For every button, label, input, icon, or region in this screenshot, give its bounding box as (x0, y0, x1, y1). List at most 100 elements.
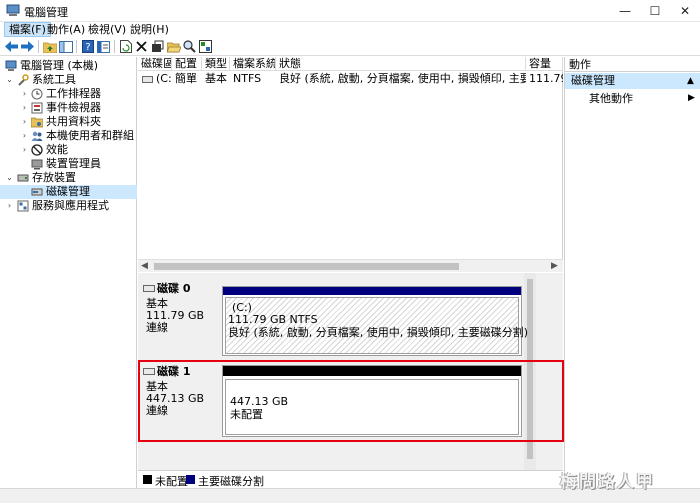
tree-item-shared-folders[interactable]: › 共用資料夾 (0, 115, 137, 129)
event-log-icon (31, 102, 43, 114)
table-row[interactable]: (C:) 簡單 基本 NTFS 良好 (系統, 啟動, 分頁檔案, 使用中, 損… (138, 72, 563, 86)
tree-label: 裝置管理員 (46, 157, 101, 170)
check-disk-button[interactable] (150, 39, 165, 54)
tree-item-storage[interactable]: ⌄ 存放裝置 (0, 171, 137, 185)
menu-bar: 檔案(F) 動作(A) 檢視(V) 說明(H) (0, 22, 700, 37)
tree-label: 共用資料夾 (46, 115, 101, 128)
help-button[interactable]: ? (80, 39, 95, 54)
menu-action[interactable]: 動作(A) (43, 22, 89, 37)
disk-properties-icon (199, 40, 212, 53)
disk-management-icon (31, 188, 43, 196)
more-actions-label: 其他動作 (589, 92, 633, 105)
column-header-volume[interactable]: 磁碟區 (138, 57, 172, 71)
tree-label: 本機使用者和群組 (46, 129, 134, 142)
up-folder-button[interactable] (42, 39, 57, 54)
properties-button[interactable] (96, 39, 111, 54)
section-label: 磁碟管理 (571, 74, 615, 87)
expand-chevron-icon[interactable]: › (20, 115, 29, 129)
delete-button[interactable] (134, 39, 149, 54)
menu-view[interactable]: 檢視(V) (84, 22, 130, 37)
forward-button[interactable] (20, 39, 35, 54)
tree-item-root[interactable]: 電腦管理 (本機) (0, 59, 137, 73)
shared-folder-icon (31, 117, 43, 128)
minimize-button[interactable]: — (610, 0, 640, 22)
tree-item-event-viewer[interactable]: › 事件檢視器 (0, 101, 137, 115)
users-icon (31, 131, 43, 141)
services-icon (17, 200, 29, 212)
column-header-layout[interactable]: 配置 (172, 57, 202, 71)
device-manager-icon (31, 159, 43, 170)
title-bar: 電腦管理 — ☐ ✕ (0, 0, 700, 22)
search-button[interactable] (182, 39, 197, 54)
tree-label: 存放裝置 (32, 171, 76, 184)
disk-0-info[interactable]: 磁碟 0 基本 111.79 GB 連線 (141, 282, 219, 356)
tree-label: 服務與應用程式 (32, 199, 109, 212)
document-refresh-icon (119, 40, 132, 53)
column-header-type[interactable]: 類型 (202, 57, 230, 71)
refresh-button[interactable] (118, 39, 133, 54)
collapse-chevron-icon[interactable]: ⌄ (5, 171, 14, 185)
expand-chevron-icon[interactable]: › (20, 87, 29, 101)
partition-status: 良好 (系統, 啟動, 分頁檔案, 使用中, 損毀傾印, 主要磁碟分割) (228, 326, 529, 339)
column-header-status[interactable]: 狀態 (276, 57, 526, 71)
tree-item-disk-management[interactable]: 磁碟管理 (0, 185, 137, 199)
forward-arrow-icon (21, 41, 34, 52)
column-header-filesystem[interactable]: 檔案系統 (230, 57, 276, 71)
open-folder-icon (166, 42, 181, 52)
cell-layout: 簡單 (175, 72, 197, 85)
expand-chevron-icon[interactable]: › (20, 143, 29, 157)
actions-more[interactable]: 其他動作 ▶ (565, 91, 700, 106)
scrollbar-thumb[interactable] (154, 263, 459, 270)
tree-item-device-manager[interactable]: 裝置管理員 (0, 157, 137, 171)
collapse-up-icon[interactable]: ▲ (687, 73, 694, 89)
expand-chevron-icon[interactable]: › (20, 129, 29, 143)
maximize-button[interactable]: ☐ (640, 0, 670, 22)
tree-item-performance[interactable]: › 效能 (0, 143, 137, 157)
expand-chevron-icon[interactable]: › (20, 101, 29, 115)
back-button[interactable] (4, 39, 19, 54)
cell-capacity: 111.79 (529, 72, 563, 85)
legend-label-primary: 主要磁碟分割 (198, 475, 264, 488)
collapse-chevron-icon[interactable]: ⌄ (5, 73, 14, 87)
horizontal-scrollbar[interactable]: ◀ ▶ (138, 259, 563, 272)
delete-x-icon (136, 41, 147, 52)
back-arrow-icon (5, 41, 18, 52)
computer-management-icon (5, 60, 17, 71)
tree-label: 磁碟管理 (46, 185, 90, 198)
tree-item-system-tools[interactable]: ⌄ 系統工具 (0, 73, 137, 87)
scroll-left-arrow-icon[interactable]: ◀ (141, 260, 148, 272)
disk-properties-button[interactable] (198, 39, 213, 54)
cell-status: 良好 (系統, 啟動, 分頁檔案, 使用中, 損毀傾印, 主要磁碟分割) (279, 72, 526, 85)
scroll-right-arrow-icon[interactable]: ▶ (551, 260, 558, 272)
watermark: 梅問路人甲 (560, 472, 655, 492)
column-header-capacity[interactable]: 容量 (526, 57, 563, 71)
tree-label: 事件檢視器 (46, 101, 101, 114)
volume-drive-icon (142, 76, 153, 83)
partition-c[interactable]: (C:) 111.79 GB NTFS 良好 (系統, 啟動, 分頁檔案, 使用… (225, 297, 528, 354)
tree-item-task-scheduler[interactable]: › 工作排程器 (0, 87, 137, 101)
actions-pane: 動作 磁碟管理 ▲ 其他動作 ▶ (564, 57, 700, 488)
submenu-arrow-icon: ▶ (688, 93, 695, 103)
properties-icon (97, 40, 110, 53)
expand-chevron-icon[interactable]: › (5, 199, 14, 213)
disk-0-partitions: (C:) 111.79 GB NTFS 良好 (系統, 啟動, 分頁檔案, 使用… (222, 286, 528, 356)
volume-list: 磁碟區 配置 類型 檔案系統 狀態 容量 (C:) 簡單 基本 NTFS 良好 … (138, 57, 563, 263)
disk-name: 磁碟 0 (157, 282, 191, 295)
open-folder-button[interactable] (166, 39, 181, 54)
storage-icon (17, 174, 29, 182)
disk-icon (143, 285, 155, 292)
clock-icon (31, 88, 43, 100)
tree-item-local-users[interactable]: › 本機使用者和群組 (0, 129, 137, 143)
close-button[interactable]: ✕ (670, 0, 700, 22)
show-hide-tree-button[interactable] (58, 39, 73, 54)
cell-filesystem: NTFS (233, 72, 262, 85)
tree-item-services-apps[interactable]: › 服務與應用程式 (0, 199, 137, 213)
menu-help[interactable]: 說明(H) (126, 22, 173, 37)
tree-label: 工作排程器 (46, 87, 101, 100)
actions-section-disk-management[interactable]: 磁碟管理 ▲ (565, 73, 700, 89)
no-entry-icon (31, 144, 43, 156)
legend-swatch-primary (186, 475, 195, 484)
partition-size: 111.79 GB NTFS (228, 313, 318, 326)
legend: 未配置 主要磁碟分割 (138, 470, 563, 488)
help-icon: ? (81, 40, 94, 53)
